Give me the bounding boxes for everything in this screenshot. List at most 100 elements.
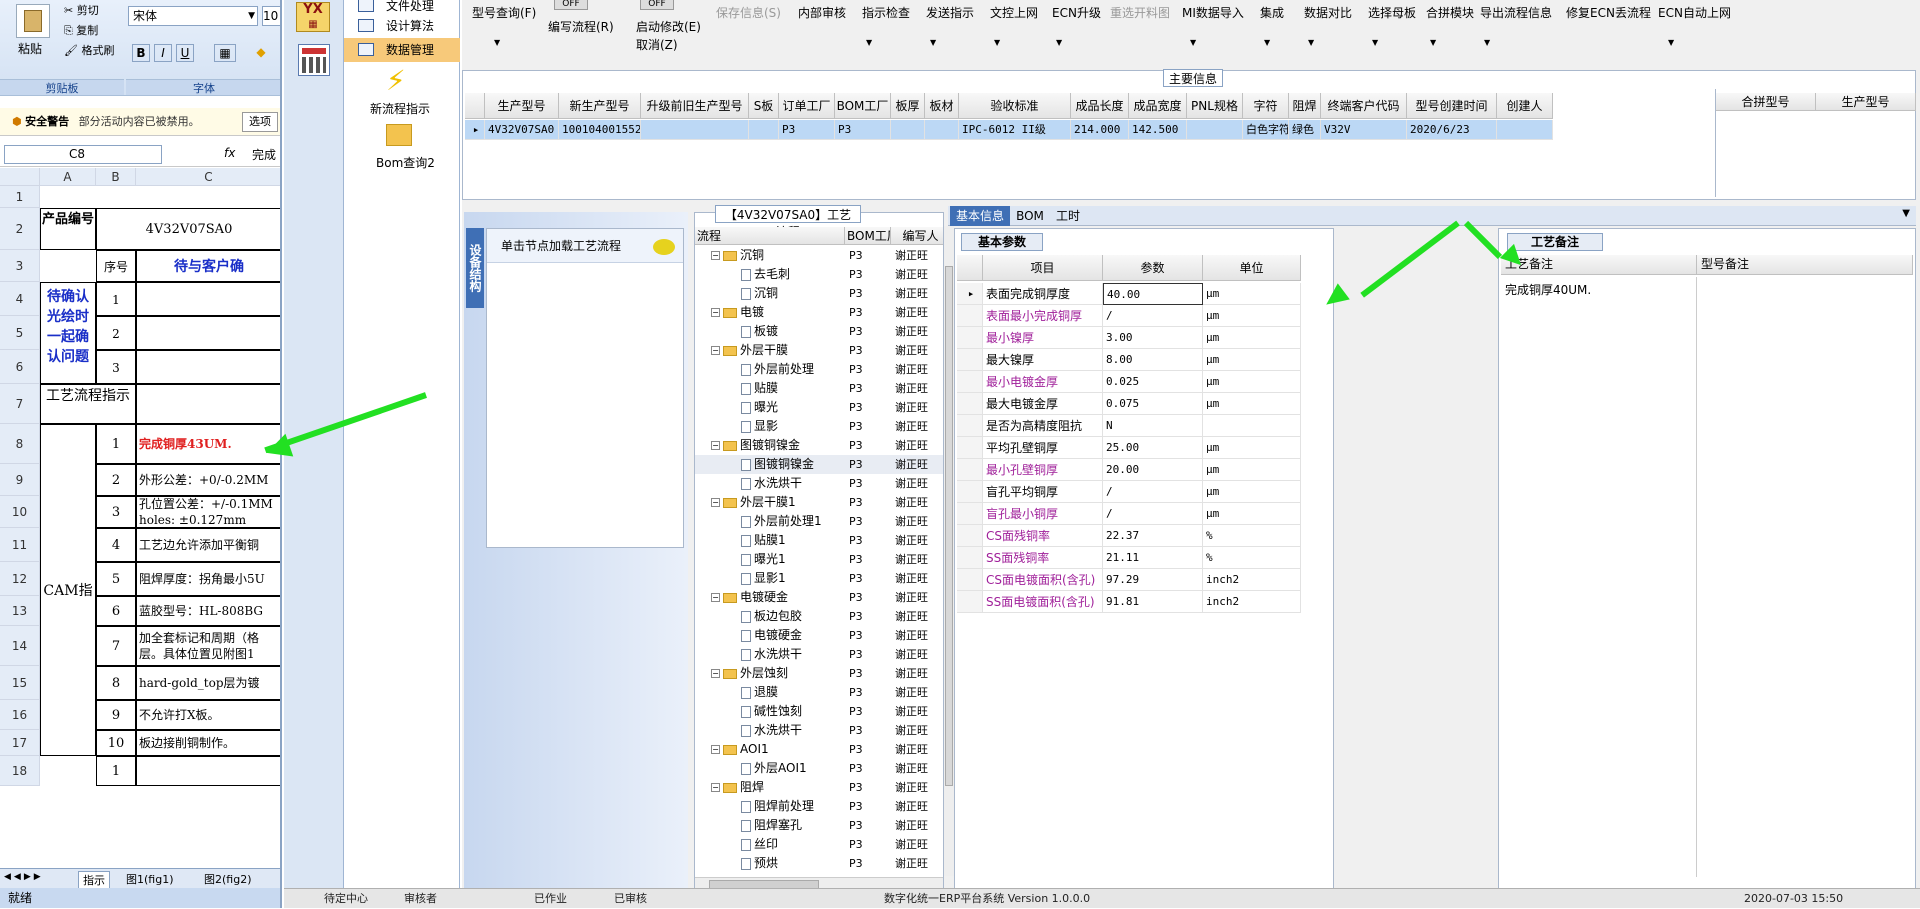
process-bom-cell[interactable]: P3 (845, 854, 891, 873)
sheet-tab-1[interactable]: 图1(fig1) (122, 871, 178, 887)
row-selector[interactable] (957, 481, 983, 503)
main-info-header[interactable]: 终端客户代码 (1321, 93, 1407, 119)
process-row[interactable]: −电镀P3谢正旺谢正旺已上网 (695, 303, 943, 322)
corner-cell[interactable] (0, 168, 40, 186)
pending-cell[interactable] (136, 282, 280, 316)
row-header[interactable]: 17 (0, 730, 40, 756)
process-writer-cell[interactable]: 谢正旺 (891, 721, 943, 740)
toolbar-button-17[interactable]: ECN自动上网 (1658, 4, 1731, 21)
process-writer-cell[interactable]: 谢正旺 (891, 455, 943, 474)
process-row[interactable]: −外层干膜1P3谢正旺谢正旺已上网 (695, 493, 943, 512)
main-info-cell[interactable]: 白色字符 (1243, 120, 1289, 140)
merge-header-1[interactable]: 生产型号 (1816, 93, 1916, 111)
param-value[interactable]: / (1103, 503, 1203, 525)
main-info-cell[interactable] (749, 120, 779, 140)
main-info-header[interactable]: 升级前旧生产型号 (641, 93, 749, 119)
process-row[interactable]: −电镀硬金P3谢正旺谢正旺已上网 (695, 588, 943, 607)
process-name-cell[interactable]: 贴膜 (695, 379, 845, 398)
param-value[interactable]: 3.00 (1103, 327, 1203, 349)
param-value[interactable]: / (1103, 305, 1203, 327)
process-row[interactable]: 预烘P3谢正旺谢正旺已上网 (695, 854, 943, 873)
process-bom-cell[interactable]: P3 (845, 436, 891, 455)
params-corner[interactable] (957, 255, 983, 281)
cam-item[interactable] (136, 756, 280, 786)
process-bom-cell[interactable]: P3 (845, 645, 891, 664)
tab-basic-params[interactable]: 基本参数 (961, 233, 1043, 251)
row-header[interactable]: 6 (0, 350, 40, 384)
process-name-cell[interactable]: 外层AOI1 (695, 759, 845, 778)
process-name-cell[interactable]: 电镀硬金 (695, 626, 845, 645)
param-value[interactable]: 0.075 (1103, 393, 1203, 415)
chevron-down-icon[interactable]: ▼ (1190, 38, 1196, 47)
row-header[interactable]: 15 (0, 666, 40, 700)
main-info-cell[interactable]: IPC-6012 II级 (959, 120, 1071, 140)
process-row[interactable]: 曝光P3谢正旺谢正旺已上网 (695, 398, 943, 417)
toolbar-button-15[interactable]: 导出流程信息 (1480, 4, 1552, 21)
process-row[interactable]: −外层蚀刻P3谢正旺谢正旺已上网 (695, 664, 943, 683)
tab-bom[interactable]: BOM (1012, 206, 1048, 226)
tab-process-remarks[interactable]: 工艺备注 (1507, 233, 1603, 251)
process-row[interactable]: 显影1P3谢正旺谢正旺已上网 (695, 569, 943, 588)
collapse-icon[interactable]: − (711, 745, 720, 754)
main-info-cell[interactable]: 142.500 (1129, 120, 1187, 140)
chevron-down-icon[interactable]: ▼ (994, 38, 1000, 47)
process-name-cell[interactable]: 图镀铜镍金 (695, 455, 845, 474)
process-name-cell[interactable]: 退膜 (695, 683, 845, 702)
main-info-cell[interactable]: P3 (779, 120, 835, 140)
sheet-tab-2[interactable]: 图2(fig2) (200, 871, 256, 887)
process-bom-cell[interactable]: P3 (845, 569, 891, 588)
process-name-cell[interactable]: 去毛刺 (695, 265, 845, 284)
process-name-cell[interactable]: 外层前处理1 (695, 512, 845, 531)
row-header[interactable]: 18 (0, 756, 40, 786)
tab-basic-info[interactable]: 基本信息 (950, 206, 1010, 226)
main-info-header[interactable]: 字符 (1243, 93, 1289, 119)
row-header[interactable]: 7 (0, 384, 40, 424)
row-header[interactable]: 1 (0, 186, 40, 208)
process-bom-cell[interactable]: P3 (845, 550, 891, 569)
process-name-cell[interactable]: 预烘 (695, 854, 845, 873)
process-bom-cell[interactable]: P3 (845, 341, 891, 360)
process-writer-cell[interactable]: 谢正旺 (891, 474, 943, 493)
paste-button[interactable]: 粘贴 (18, 40, 42, 57)
process-bom-cell[interactable]: P3 (845, 721, 891, 740)
process-bom-cell[interactable]: P3 (845, 626, 891, 645)
cut-button[interactable]: ✂ 剪切 (64, 2, 99, 18)
main-info-cell[interactable] (1187, 120, 1243, 140)
process-writer-cell[interactable]: 谢正旺 (891, 341, 943, 360)
chevron-down-icon[interactable]: ▼ (494, 38, 500, 47)
main-info-header[interactable]: S板 (749, 93, 779, 119)
process-name-cell[interactable]: − 阻焊 (695, 778, 845, 797)
process-bom-cell[interactable]: P3 (845, 759, 891, 778)
main-info-header[interactable]: 成品长度 (1071, 93, 1129, 119)
process-bom-cell[interactable]: P3 (845, 379, 891, 398)
process-row[interactable]: 去毛刺P3谢正旺谢正旺已上网 (695, 265, 943, 284)
structure-tree[interactable]: 单击节点加载工艺流程 (486, 228, 684, 548)
process-writer-cell[interactable]: 谢正旺 (891, 303, 943, 322)
collapse-icon[interactable]: − (711, 308, 720, 317)
row-header[interactable]: 2 (0, 208, 40, 250)
main-info-header[interactable]: PNL规格 (1187, 93, 1243, 119)
toolbar-button-6[interactable]: 发送指示 (926, 4, 974, 21)
merge-header-0[interactable]: 合拼型号 (1716, 93, 1816, 111)
process-row[interactable]: 曝光1P3谢正旺谢正旺已上网 (695, 550, 943, 569)
row-selector[interactable] (957, 327, 983, 349)
process-writer-cell[interactable]: 谢正旺 (891, 702, 943, 721)
cam-item[interactable]: 不允许打X板。 (136, 700, 280, 730)
copy-button[interactable]: ⎘ 复制 (64, 22, 98, 38)
process-bom-cell[interactable]: P3 (845, 303, 891, 322)
param-value[interactable]: / (1103, 481, 1203, 503)
chevron-down-icon[interactable]: ▼ (1056, 38, 1062, 47)
process-writer-cell[interactable]: 谢正旺 (891, 265, 943, 284)
main-info-header[interactable]: 验收标准 (959, 93, 1071, 119)
nav-data-management[interactable]: 数据管理 (344, 38, 460, 62)
process-row[interactable]: 板镀P3谢正旺谢正旺已上网 (695, 322, 943, 341)
toolbar-button-5[interactable]: 指示检查 (862, 4, 910, 21)
process-name-cell[interactable]: − 沉铜 (695, 246, 845, 265)
collapse-icon[interactable]: − (711, 251, 720, 260)
row-header[interactable]: 12 (0, 562, 40, 596)
main-info-cell[interactable]: 10010400155286 (559, 120, 641, 140)
process-writer-cell[interactable]: 谢正旺 (891, 626, 943, 645)
process-writer-cell[interactable]: 谢正旺 (891, 512, 943, 531)
main-info-header[interactable]: 型号创建时间 (1407, 93, 1497, 119)
process-writer-cell[interactable]: 谢正旺 (891, 360, 943, 379)
